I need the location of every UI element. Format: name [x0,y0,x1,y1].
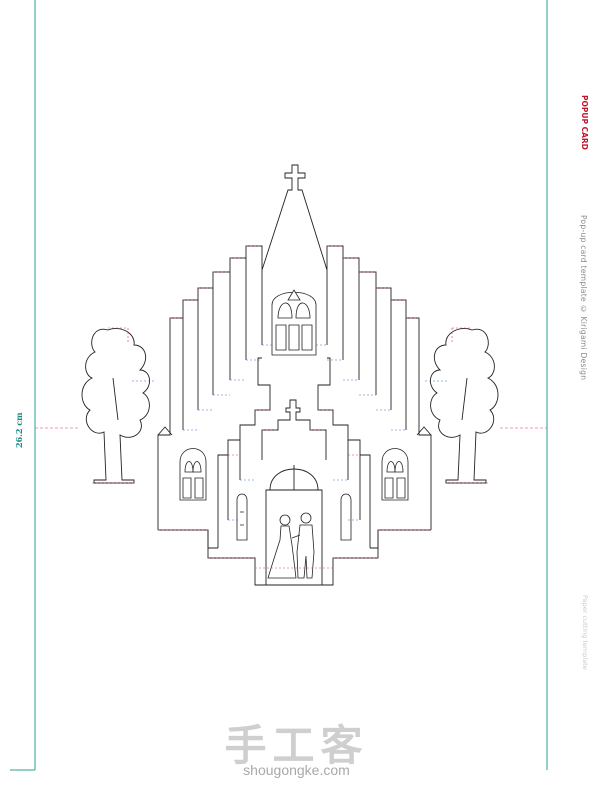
church-outline [157,164,432,586]
valley-fold-lines [183,344,406,521]
template-drawing [10,0,548,771]
height-dimension-label: 26.2 cm [14,412,24,448]
watermark-site: shougongke.com [243,762,350,778]
right-tree [430,328,499,484]
pop-up-card-template: 26.2 cm POPUP CARD Pop-up card template … [0,0,593,791]
church-windows [179,289,409,541]
side-credit-text: Pop-up card template © Kirigami Design [579,215,588,381]
side-brand-text: POPUP CARD [580,95,589,150]
left-tree [81,328,150,484]
